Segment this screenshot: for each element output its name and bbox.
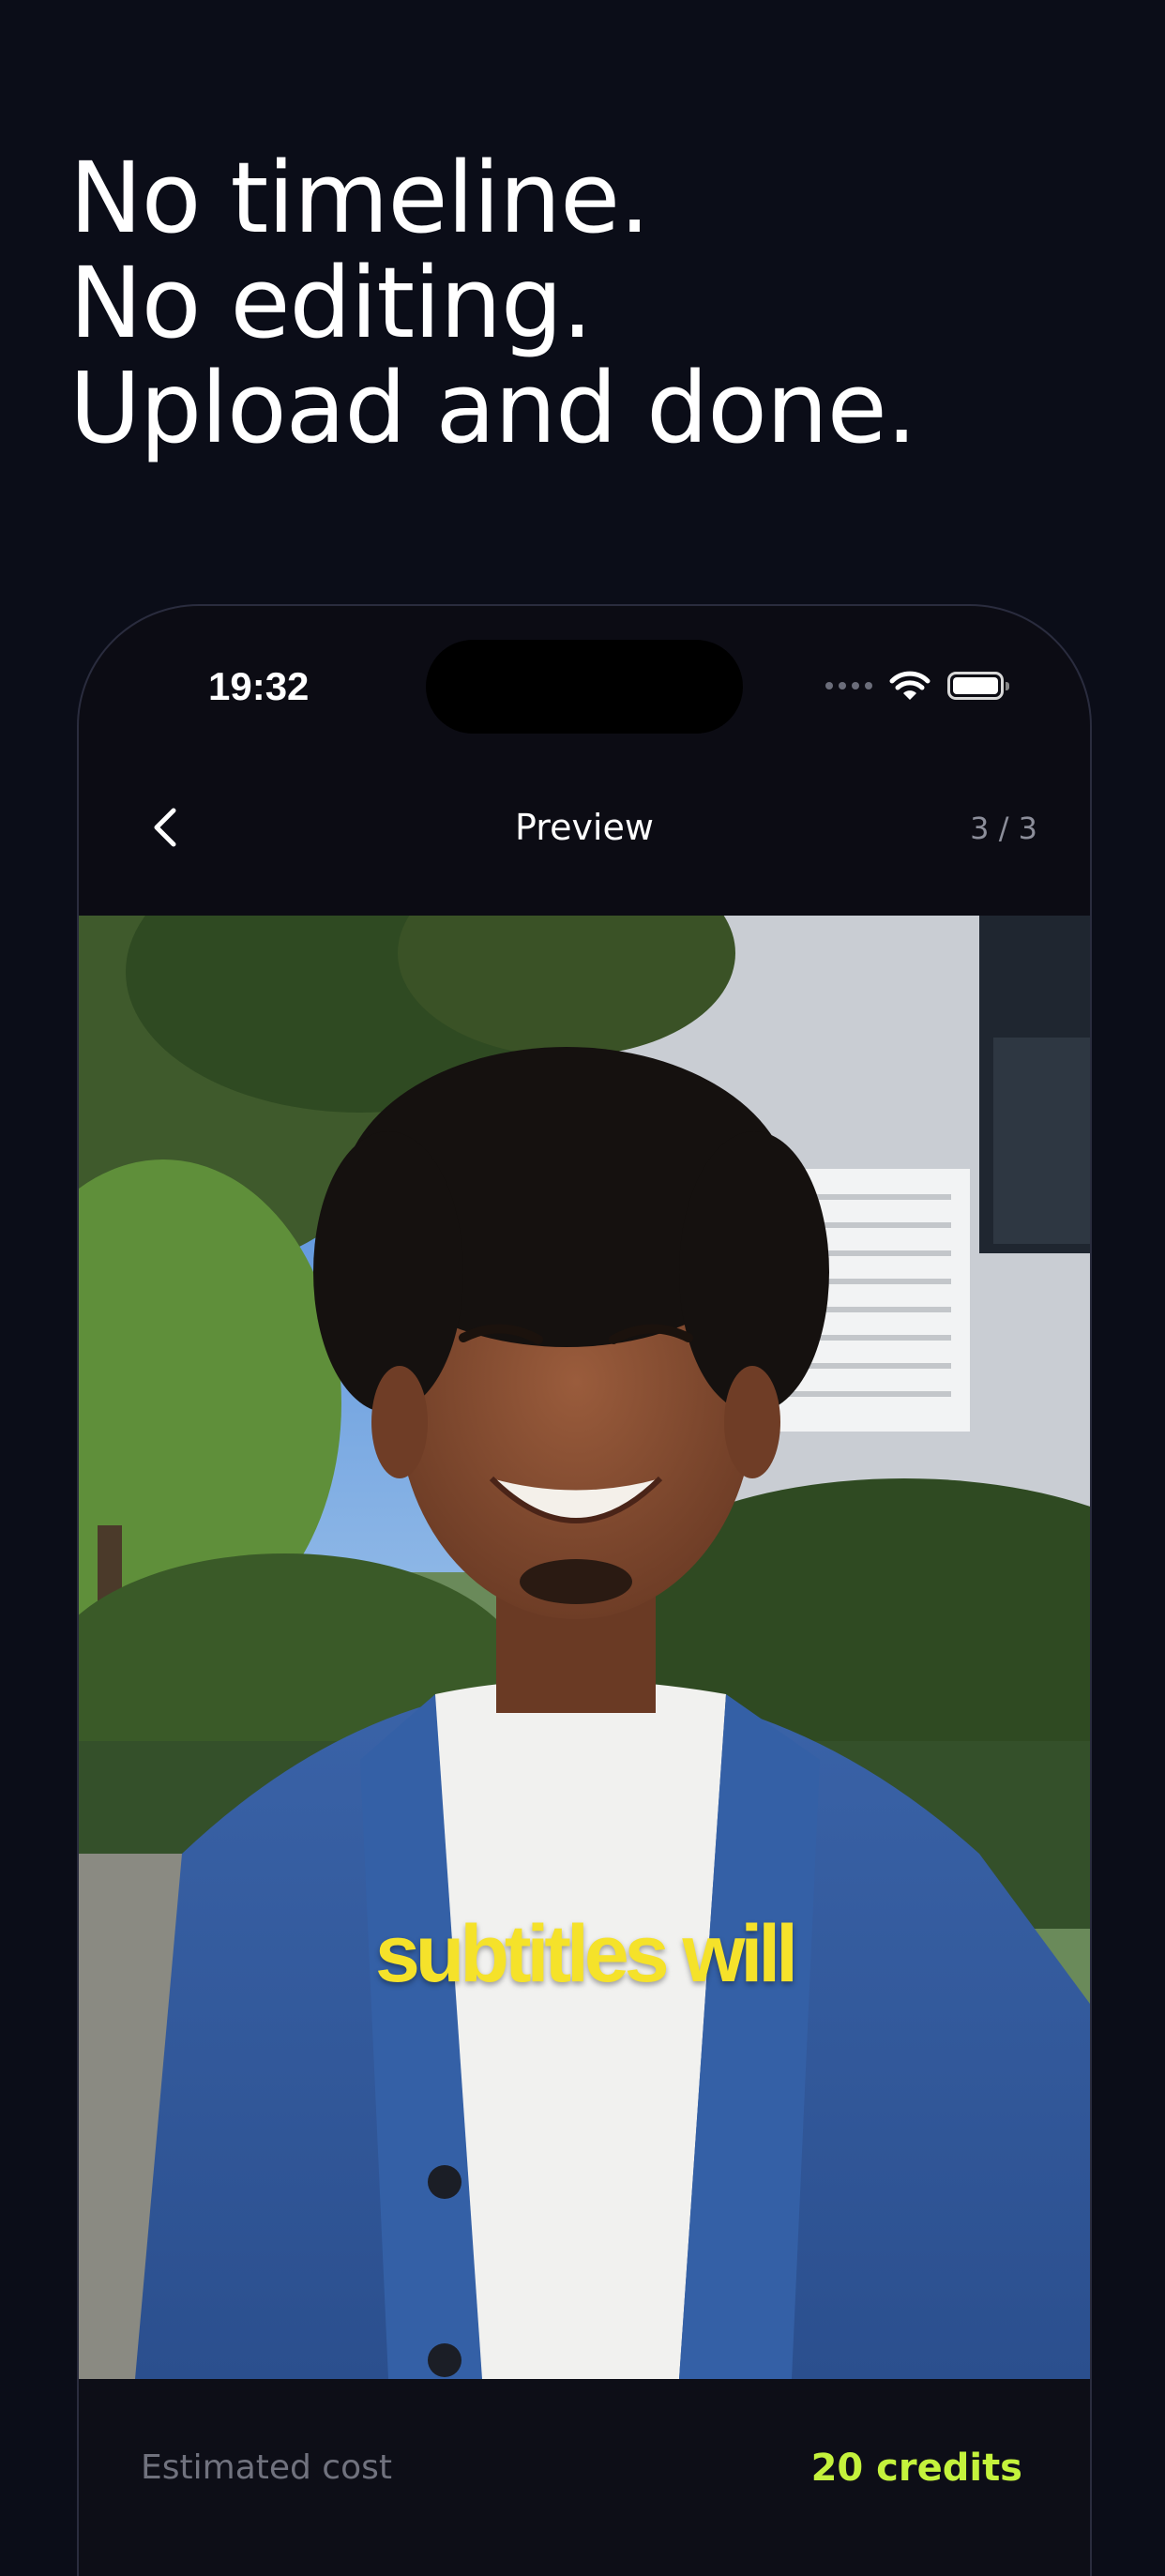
cost-bar: Estimated cost 20 credits — [79, 2379, 1090, 2576]
wifi-icon — [889, 671, 930, 700]
headline-line-3: Upload and done. — [69, 351, 917, 465]
headline-line-1: No timeline. — [69, 141, 650, 255]
video-frame-image — [79, 916, 1090, 2379]
dynamic-island — [426, 640, 743, 734]
phone-frame: 19:32 Preview 3 / 3 subtitles will Estim… — [77, 604, 1092, 2576]
credits-value: 20 credits — [810, 2447, 1022, 2490]
step-indicator: 3 / 3 — [970, 811, 1037, 846]
headline: No timeline. No editing. Upload and done… — [69, 141, 917, 465]
signal-dots-icon — [825, 682, 872, 689]
nav-bar: Preview 3 / 3 — [79, 780, 1090, 874]
estimated-cost-label: Estimated cost — [141, 2448, 392, 2487]
page-title: Preview — [515, 807, 654, 848]
subtitle-caption: subtitles will — [374, 1909, 798, 1999]
headline-line-2: No editing. — [69, 246, 593, 360]
status-time: 19:32 — [208, 664, 310, 708]
status-icons — [825, 664, 1009, 707]
video-preview[interactable]: subtitles will — [79, 916, 1090, 2379]
battery-icon — [947, 672, 1009, 700]
